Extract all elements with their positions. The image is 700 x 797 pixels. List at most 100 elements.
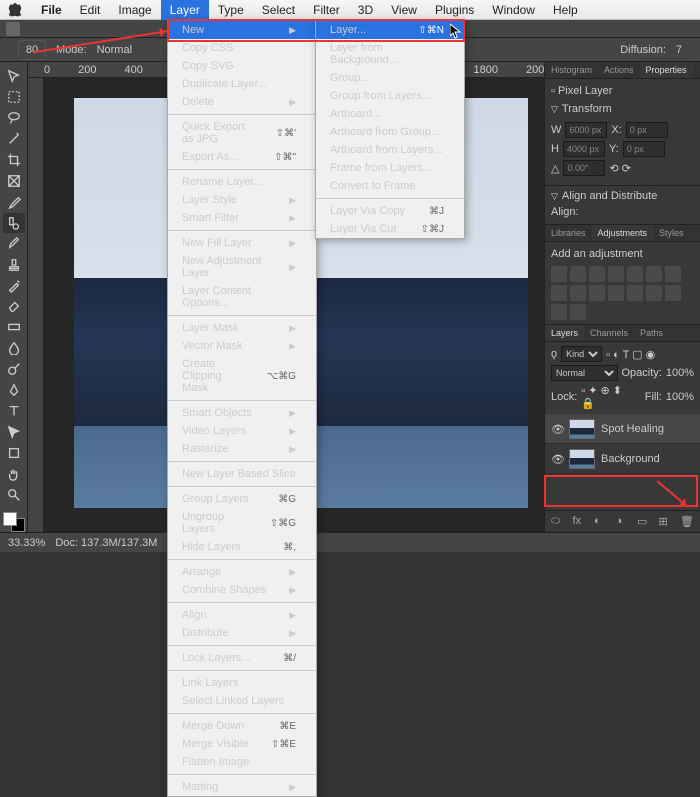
adj-icon[interactable] xyxy=(570,285,586,301)
brush-size-picker[interactable]: 80 xyxy=(18,40,46,60)
menu-item[interactable]: Artboard... xyxy=(316,105,464,123)
menu-item[interactable]: Group from Layers... xyxy=(316,87,464,105)
tab-layers[interactable]: Layers xyxy=(545,325,584,341)
menu-item[interactable]: New Layer Based Slice xyxy=(168,465,316,483)
eyedropper-tool[interactable] xyxy=(3,192,25,212)
tab-channels[interactable]: Channels xyxy=(584,325,634,341)
menu-item[interactable]: Quick Export as JPG⇧⌘' xyxy=(168,118,316,148)
transform-angle[interactable] xyxy=(563,160,605,176)
lasso-tool[interactable] xyxy=(3,108,25,128)
tab-properties[interactable]: Properties xyxy=(640,62,693,78)
menu-item[interactable]: Video Layers▶ xyxy=(168,422,316,440)
adj-icon[interactable] xyxy=(551,285,567,301)
adj-icon[interactable] xyxy=(551,266,567,282)
blend-mode[interactable]: Normal xyxy=(551,365,618,381)
shape-tool[interactable] xyxy=(3,443,25,463)
menu-item[interactable]: Merge Visible⇧⌘E xyxy=(168,735,316,753)
pen-tool[interactable] xyxy=(3,380,25,400)
color-swatches[interactable] xyxy=(3,512,25,532)
adj-icon[interactable] xyxy=(608,266,624,282)
transform-height[interactable] xyxy=(563,141,605,157)
adj-icon[interactable] xyxy=(570,266,586,282)
menu-item[interactable]: Duplicate Layer... xyxy=(168,75,316,93)
menu-filter[interactable]: Filter xyxy=(304,0,349,20)
menu-select[interactable]: Select xyxy=(253,0,304,20)
menu-item[interactable]: Layer Style▶ xyxy=(168,191,316,209)
tab-libraries[interactable]: Libraries xyxy=(545,225,592,241)
transform-width[interactable] xyxy=(565,122,607,138)
menu-view[interactable]: View xyxy=(382,0,426,20)
menu-item[interactable]: Group... xyxy=(316,69,464,87)
layer-kind-filter[interactable]: Kind xyxy=(561,346,602,362)
menu-edit[interactable]: Edit xyxy=(71,0,110,20)
menu-item[interactable]: Merge Down⌘E xyxy=(168,717,316,735)
opacity-value[interactable]: 100% xyxy=(666,367,694,379)
fx-icon[interactable]: fx xyxy=(573,515,587,529)
trash-icon[interactable]: 🗑 xyxy=(680,515,694,529)
adj-icon[interactable] xyxy=(570,304,586,320)
menu-item[interactable]: Rename Layer... xyxy=(168,173,316,191)
adj-icon[interactable] xyxy=(627,266,643,282)
visibility-icon[interactable]: 👁 xyxy=(551,423,563,435)
wand-tool[interactable] xyxy=(3,129,25,149)
visibility-icon[interactable]: 👁 xyxy=(551,453,563,465)
home-icon[interactable] xyxy=(6,22,20,36)
apple-icon[interactable] xyxy=(8,3,22,17)
adj-icon[interactable] xyxy=(589,266,605,282)
group-icon[interactable]: ▭ xyxy=(637,515,651,529)
menu-item[interactable]: Layer...⇧⌘N xyxy=(316,21,464,39)
tab-styles[interactable]: Styles xyxy=(653,225,690,241)
menu-file[interactable]: File xyxy=(32,0,71,20)
stamp-tool[interactable] xyxy=(3,255,25,275)
menu-item[interactable]: Group Layers⌘G xyxy=(168,490,316,508)
menu-layer[interactable]: Layer xyxy=(161,0,209,20)
tab-histogram[interactable]: Histogram xyxy=(545,62,598,78)
adj-icon[interactable] xyxy=(627,285,643,301)
brush-tool[interactable] xyxy=(3,234,25,254)
transform-x[interactable] xyxy=(626,122,668,138)
crop-tool[interactable] xyxy=(3,150,25,170)
path-tool[interactable] xyxy=(3,422,25,442)
adj-icon[interactable] xyxy=(665,266,681,282)
menu-item[interactable]: Smart Objects▶ xyxy=(168,404,316,422)
adj-icon[interactable] xyxy=(608,285,624,301)
diffusion-value[interactable]: 7 xyxy=(676,44,682,56)
menu-item[interactable]: New Fill Layer▶ xyxy=(168,234,316,252)
adj-icon[interactable] xyxy=(589,285,605,301)
move-tool[interactable] xyxy=(3,66,25,86)
transform-y[interactable] xyxy=(623,141,665,157)
tab-adjustments[interactable]: Adjustments xyxy=(592,225,654,241)
eraser-tool[interactable] xyxy=(3,296,25,316)
menu-help[interactable]: Help xyxy=(544,0,587,20)
adj-icon[interactable] xyxy=(646,285,662,301)
link-layers-icon[interactable]: ⬭ xyxy=(551,515,565,529)
menu-item[interactable]: Rasterize▶ xyxy=(168,440,316,458)
marquee-tool[interactable] xyxy=(3,87,25,107)
menu-window[interactable]: Window xyxy=(483,0,544,20)
layer-row[interactable]: 👁Spot Healing xyxy=(545,414,700,444)
history-brush-tool[interactable] xyxy=(3,276,25,296)
menu-item[interactable]: Copy CSS xyxy=(168,39,316,57)
adj-icon[interactable] xyxy=(551,304,567,320)
dodge-tool[interactable] xyxy=(3,359,25,379)
menu-item[interactable]: New Adjustment Layer▶ xyxy=(168,252,316,282)
tab-actions[interactable]: Actions xyxy=(598,62,640,78)
tab-paths[interactable]: Paths xyxy=(634,325,669,341)
menu-item[interactable]: Export As...⇧⌘" xyxy=(168,148,316,166)
menu-item[interactable]: Arrange▶ xyxy=(168,563,316,581)
mask-icon[interactable]: ◐ xyxy=(594,515,608,529)
menu-item[interactable]: Layer Via Copy⌘J xyxy=(316,202,464,220)
menu-item[interactable]: Lock Layers...⌘/ xyxy=(168,649,316,667)
frame-tool[interactable] xyxy=(3,171,25,191)
layer-row[interactable]: 👁Background xyxy=(545,444,700,474)
new-layer-icon[interactable]: ⊞ xyxy=(659,515,673,529)
menu-item[interactable]: Delete▶ xyxy=(168,93,316,111)
menu-item[interactable]: Hide Layers⌘, xyxy=(168,538,316,556)
menu-item[interactable]: Matting▶ xyxy=(168,778,316,796)
fill-value[interactable]: 100% xyxy=(666,391,694,403)
menu-plugins[interactable]: Plugins xyxy=(426,0,483,20)
align-section[interactable]: ▽ Align and Distribute xyxy=(545,185,700,206)
menu-image[interactable]: Image xyxy=(109,0,160,20)
zoom-tool[interactable] xyxy=(3,485,25,505)
menu-item[interactable]: Create Clipping Mask⌥⌘G xyxy=(168,355,316,397)
